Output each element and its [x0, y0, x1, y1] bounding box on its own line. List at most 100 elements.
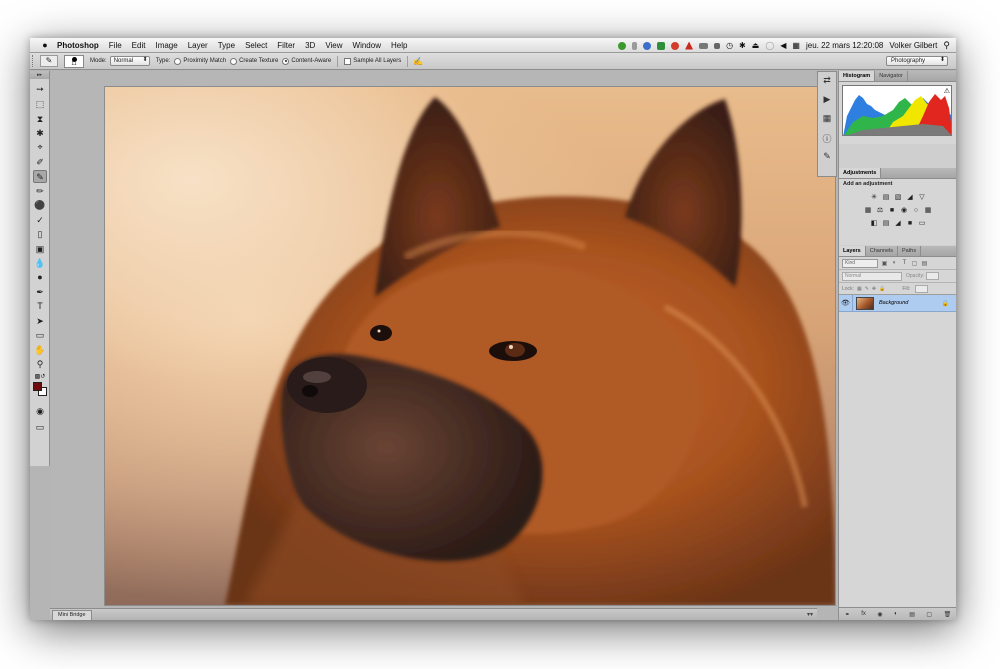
- app-menu[interactable]: Photoshop: [52, 41, 104, 50]
- move-tool-icon[interactable]: ➙: [33, 83, 47, 96]
- content-aware-radio[interactable]: [282, 57, 290, 65]
- brightness-contrast-icon[interactable]: ✳: [870, 193, 879, 202]
- tab-navigator[interactable]: Navigator: [875, 71, 908, 81]
- proximity-match-radio[interactable]: [174, 57, 182, 65]
- tool-preset-picker-icon[interactable]: ✎: [40, 55, 58, 67]
- new-group-icon[interactable]: ▤: [909, 611, 915, 618]
- menu-help[interactable]: Help: [386, 41, 412, 50]
- exposure-icon[interactable]: ◢: [906, 193, 915, 202]
- filter-shape-icon[interactable]: ▢: [911, 260, 918, 267]
- new-adjustment-icon[interactable]: ◐: [894, 611, 898, 617]
- dodge-tool-icon[interactable]: ●: [33, 271, 47, 284]
- hue-saturation-icon[interactable]: ▦: [864, 206, 873, 215]
- layer-row-background[interactable]: 👁 Background 🔒: [839, 294, 956, 312]
- threshold-icon[interactable]: ◢: [894, 219, 903, 228]
- posterize-icon[interactable]: ▤: [882, 219, 891, 228]
- rectangle-tool-icon[interactable]: ▭: [33, 329, 47, 342]
- filter-adjustment-icon[interactable]: ◐: [891, 260, 898, 266]
- blur-tool-icon[interactable]: 💧: [33, 257, 47, 270]
- image-canvas[interactable]: [105, 87, 835, 605]
- menu-window[interactable]: Window: [348, 41, 386, 50]
- sample-all-layers-label[interactable]: Sample All Layers: [353, 58, 401, 64]
- clone-stamp-tool-icon[interactable]: ⚫: [33, 199, 47, 212]
- color-lookup-icon[interactable]: ▦: [924, 206, 933, 215]
- info-panel-icon[interactable]: ⓘ: [818, 132, 836, 145]
- crop-tool-icon[interactable]: ⌖: [33, 141, 47, 154]
- filter-type-icon[interactable]: T: [901, 260, 908, 266]
- tab-adjustments[interactable]: Adjustments: [839, 168, 882, 178]
- status-evernote-icon[interactable]: [657, 41, 666, 50]
- content-aware-label[interactable]: Content-Aware: [291, 58, 331, 64]
- mode-select[interactable]: Normal: [109, 56, 150, 66]
- create-texture-label[interactable]: Create Texture: [239, 58, 278, 64]
- bluetooth-icon[interactable]: ✱: [739, 41, 746, 50]
- menu-select[interactable]: Select: [240, 41, 272, 50]
- status-alert-icon[interactable]: [685, 41, 694, 50]
- quick-mask-icon[interactable]: ◉: [33, 405, 47, 418]
- brush-picker[interactable]: 11: [64, 54, 84, 68]
- channel-mixer-icon[interactable]: ○: [912, 206, 921, 215]
- layer-style-icon[interactable]: fx: [861, 611, 866, 617]
- new-layer-icon[interactable]: ▢: [926, 611, 932, 618]
- eyedropper-tool-icon[interactable]: ✐: [33, 156, 47, 169]
- history-brush-tool-icon[interactable]: ✓: [33, 214, 47, 227]
- menu-view[interactable]: View: [320, 41, 347, 50]
- spot-healing-brush-tool-icon[interactable]: ✎: [33, 170, 47, 183]
- black-white-icon[interactable]: ■: [888, 206, 897, 215]
- pressure-size-icon[interactable]: ✍: [413, 57, 423, 66]
- brush-tool-icon[interactable]: ✏: [33, 185, 47, 198]
- lock-transparent-icon[interactable]: ▦: [857, 286, 862, 292]
- marquee-tool-icon[interactable]: ⬚: [33, 98, 47, 111]
- filter-smart-object-icon[interactable]: ▤: [921, 260, 928, 267]
- gradient-map-icon[interactable]: ▭: [918, 219, 927, 228]
- fill-field[interactable]: [915, 284, 929, 293]
- actions-panel-icon[interactable]: ▶: [818, 94, 836, 107]
- quick-selection-tool-icon[interactable]: ✱: [33, 127, 47, 140]
- volume-icon[interactable]: ◀: [780, 41, 786, 50]
- lock-position-icon[interactable]: ✥: [872, 286, 876, 292]
- tab-paths[interactable]: Paths: [898, 246, 922, 256]
- history-panel-icon[interactable]: ⇄: [818, 75, 836, 88]
- photo-filter-icon[interactable]: ◉: [900, 206, 909, 215]
- layer-kind-filter[interactable]: Kind: [842, 258, 878, 268]
- menu-3d[interactable]: 3D: [300, 41, 320, 50]
- lock-all-icon[interactable]: 🔒: [879, 286, 885, 292]
- collapse-panel-icon[interactable]: ▾▾: [807, 609, 813, 620]
- menubar-user[interactable]: Volker Gilbert: [889, 41, 937, 50]
- menu-filter[interactable]: Filter: [272, 41, 300, 50]
- tab-layers[interactable]: Layers: [839, 246, 866, 256]
- lasso-tool-icon[interactable]: ⧗: [33, 113, 47, 126]
- menu-file[interactable]: File: [104, 41, 127, 50]
- lock-image-icon[interactable]: ✎: [865, 286, 869, 292]
- hand-tool-icon[interactable]: ✋: [33, 344, 47, 357]
- curves-icon[interactable]: ▧: [894, 193, 903, 202]
- spotlight-search-icon[interactable]: ⚲: [943, 40, 950, 51]
- color-balance-icon[interactable]: ⚖: [876, 206, 885, 215]
- add-mask-icon[interactable]: ◉: [877, 611, 882, 618]
- cache-warning-icon[interactable]: ⚠: [944, 87, 950, 95]
- brush-presets-panel-icon[interactable]: ▦: [818, 113, 836, 126]
- tools-panel-header[interactable]: ▸▸: [30, 71, 49, 79]
- link-layers-icon[interactable]: ⚭: [845, 611, 850, 618]
- status-red-app-icon[interactable]: [671, 41, 680, 50]
- eraser-tool-icon[interactable]: ▯: [33, 228, 47, 241]
- status-bars-icon[interactable]: [632, 41, 638, 50]
- foreground-color-swatch[interactable]: [33, 382, 42, 391]
- tab-channels[interactable]: Channels: [866, 246, 898, 256]
- proximity-match-label[interactable]: Proximity Match: [183, 58, 226, 64]
- type-tool-icon[interactable]: T: [33, 300, 47, 313]
- create-texture-radio[interactable]: [230, 57, 238, 65]
- menu-image[interactable]: Image: [150, 41, 182, 50]
- menu-layer[interactable]: Layer: [183, 41, 213, 50]
- layer-name[interactable]: Background: [879, 300, 942, 306]
- menu-type[interactable]: Type: [213, 41, 240, 50]
- tab-histogram[interactable]: Histogram: [839, 71, 876, 81]
- menu-edit[interactable]: Edit: [127, 41, 151, 50]
- layer-lock-icon[interactable]: 🔒: [942, 300, 949, 307]
- wifi-icon[interactable]: ◯: [765, 41, 774, 50]
- zoom-tool-icon[interactable]: ⚲: [33, 358, 47, 371]
- blend-mode-select[interactable]: Normal: [842, 271, 902, 281]
- delete-layer-icon[interactable]: 🗑: [944, 611, 952, 618]
- menubar-datetime[interactable]: jeu. 22 mars 12:20:08: [806, 41, 883, 50]
- status-sync-icon[interactable]: [643, 41, 652, 50]
